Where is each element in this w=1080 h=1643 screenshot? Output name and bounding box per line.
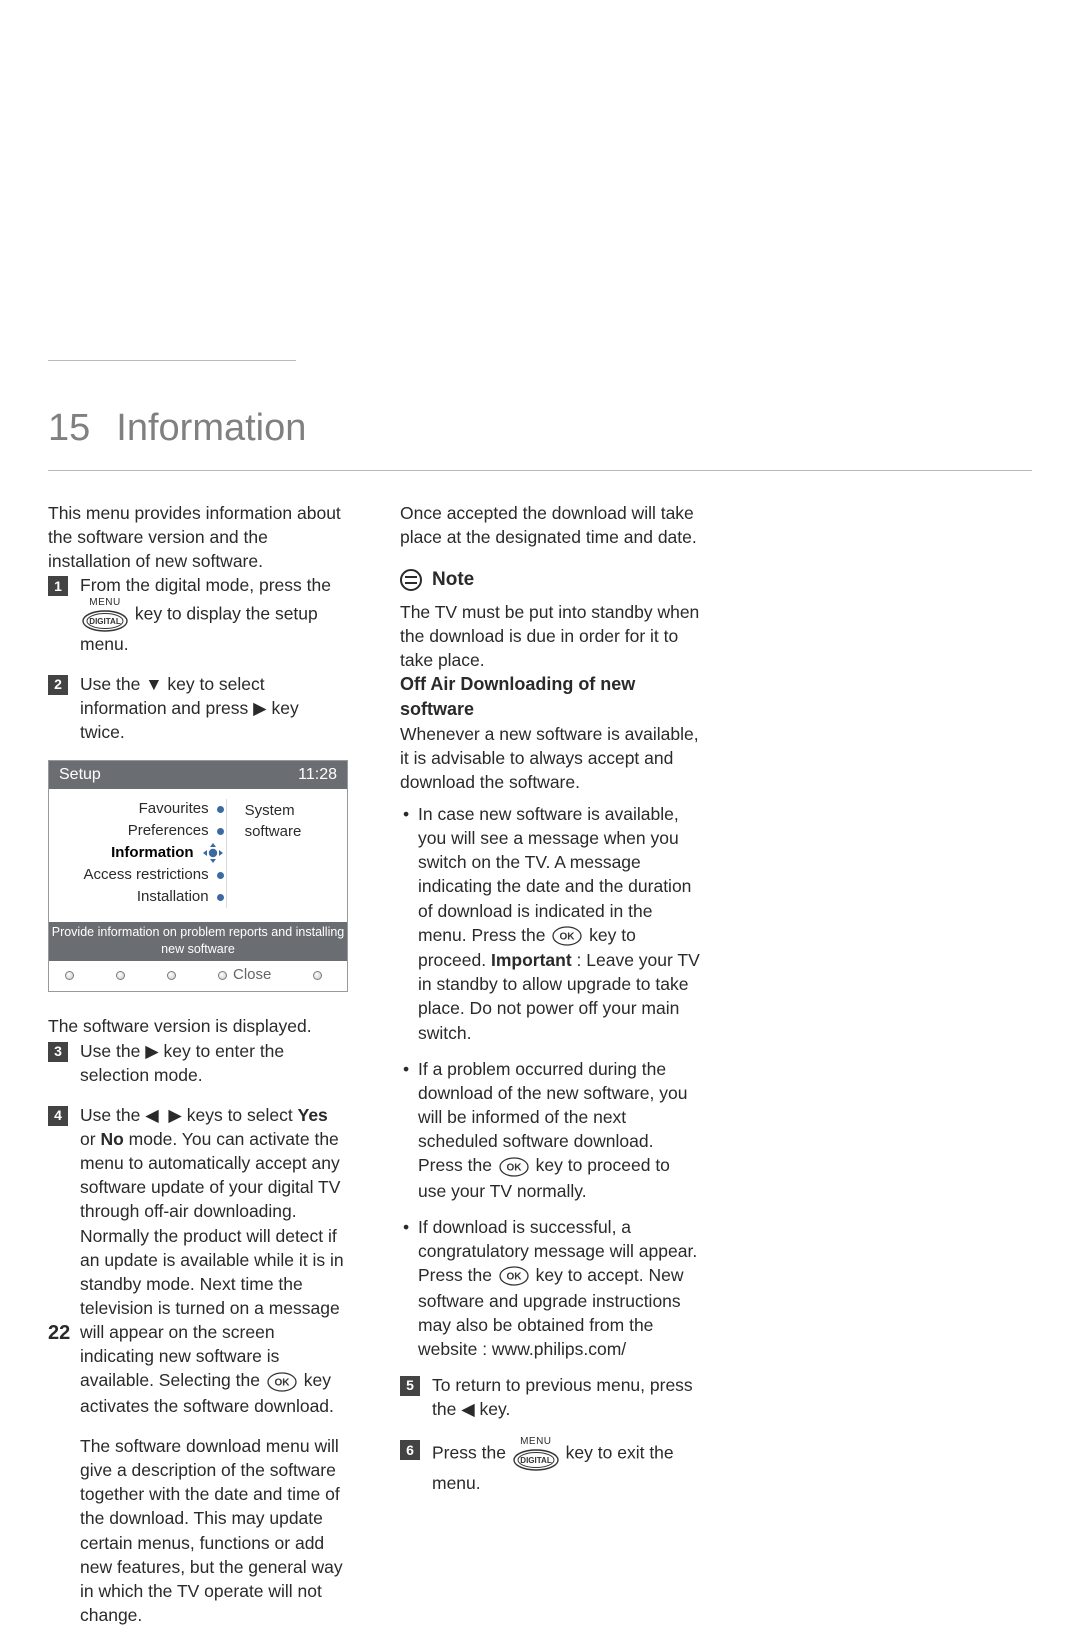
step-3-body: Use the ▶ key to enter the selection mod… — [80, 1039, 348, 1087]
osd-right-pane: System software — [227, 799, 341, 908]
step-6-body: Press the MENU DIGITAL key to exit the m… — [432, 1437, 700, 1495]
step-5-body: To return to previous menu, press the ◀ … — [432, 1373, 700, 1421]
osd-item-information: Information — [111, 843, 194, 864]
footer-dot-icon — [218, 971, 227, 980]
step-2: 2 Use the ▼ key to select information an… — [48, 672, 348, 744]
osd-right-text: System software — [245, 802, 302, 840]
step-4-text-f: The software download menu will give a d… — [80, 1434, 348, 1627]
step-4-text-c: or — [80, 1129, 100, 1149]
offair-paragraph: Whenever a new software is available, it… — [400, 722, 700, 794]
dot-icon — [217, 872, 224, 879]
osd-item-favourites: Favourites — [139, 799, 209, 820]
chapter-heading: 15 Information — [48, 407, 1032, 450]
osd-item-preferences: Preferences — [128, 821, 209, 842]
osd-menu-list: Favourites Preferences Information — [55, 799, 227, 908]
right-p1: Once accepted the download will take pla… — [400, 501, 700, 549]
left-arrow-icon: ◀ — [461, 1399, 474, 1419]
step-4: 4 Use the ◀ ▶ keys to select Yes or No m… — [48, 1103, 348, 1627]
rule-top — [48, 360, 296, 361]
right-arrow-icon: ▶ — [145, 1041, 158, 1061]
bullet-3: If download is successful, a congratulat… — [400, 1215, 700, 1361]
step-4-text-d: mode. You can activate the menu to autom… — [80, 1129, 344, 1390]
intro-paragraph: This menu provides information about the… — [48, 501, 348, 573]
dot-icon — [217, 828, 224, 835]
note-heading: Note — [400, 567, 700, 593]
ok-key-icon: OK — [552, 924, 582, 948]
svg-text:DIGITAL: DIGITAL — [89, 617, 121, 626]
dot-icon — [217, 806, 224, 813]
bullet-list: In case new software is available, you w… — [400, 802, 700, 1361]
after-osd-text: The software version is displayed. — [48, 1014, 348, 1038]
offair-heading: Off Air Downloading of new software — [400, 672, 700, 722]
osd-close: Close — [218, 965, 271, 986]
step-2-body: Use the ▼ key to select information and … — [80, 672, 348, 744]
osd-header: Setup 11:28 — [49, 761, 347, 789]
down-arrow-icon: ▼ — [145, 674, 162, 694]
svg-text:OK: OK — [560, 932, 576, 943]
right-arrow-icon: ▶ — [168, 1105, 181, 1125]
left-arrow-icon: ◀ — [145, 1105, 158, 1125]
step-5-text-b: key. — [475, 1399, 511, 1419]
dot-icon — [217, 894, 224, 901]
step-4-number: 4 — [48, 1106, 68, 1126]
right-arrow-icon: ▶ — [253, 698, 266, 718]
footer-dot-icon — [167, 971, 176, 980]
rule-under — [48, 470, 1032, 471]
step-1: 1 From the digital mode, press the MENU … — [48, 573, 348, 655]
step-2-text-a: Use the — [80, 674, 145, 694]
svg-text:OK: OK — [506, 1162, 522, 1173]
step-1-body: From the digital mode, press the MENU DI… — [80, 573, 348, 655]
page-number: 22 — [48, 1322, 70, 1345]
digital-menu-key-icon: MENU DIGITAL — [82, 598, 128, 632]
svg-text:OK: OK — [274, 1377, 290, 1388]
bullet-1: In case new software is available, you w… — [400, 802, 700, 1045]
osd-hint: Provide information on problem reports a… — [49, 922, 347, 961]
bullet-2: If a problem occurred during the downloa… — [400, 1057, 700, 1203]
osd-screenshot: Setup 11:28 Favourites Preferences Infor… — [48, 760, 348, 992]
step-1-text-a: From the digital mode, press the — [80, 575, 331, 595]
osd-close-label: Close — [233, 965, 271, 986]
bullet-1-important: Important — [491, 950, 572, 970]
footer-dot-icon — [313, 971, 322, 980]
ok-key-icon: OK — [499, 1155, 529, 1179]
ok-key-icon: OK — [499, 1264, 529, 1288]
svg-text:OK: OK — [506, 1272, 522, 1283]
column-right: Once accepted the download will take pla… — [400, 501, 700, 1643]
step-4-text-a: Use the — [80, 1105, 145, 1125]
step-4-yes: Yes — [298, 1105, 328, 1125]
chapter-title: Information — [116, 407, 306, 450]
osd-time: 11:28 — [298, 764, 337, 786]
step-1-number: 1 — [48, 576, 68, 596]
step-6-text-a: Press the — [432, 1443, 511, 1463]
footer-dot-icon — [116, 971, 125, 980]
step-4-body: Use the ◀ ▶ keys to select Yes or No mod… — [80, 1103, 348, 1627]
note-body: The TV must be put into standby when the… — [400, 600, 700, 672]
chapter-number: 15 — [48, 407, 90, 450]
column-left: This menu provides information about the… — [48, 501, 348, 1643]
note-heading-text: Note — [432, 567, 474, 593]
dpad-icon — [202, 843, 224, 865]
step-5: 5 To return to previous menu, press the … — [400, 1373, 700, 1421]
step-2-number: 2 — [48, 675, 68, 695]
digital-menu-key-icon: MENU DIGITAL — [513, 1437, 559, 1471]
osd-item-installation: Installation — [137, 887, 209, 908]
osd-footer: Close — [49, 961, 347, 992]
footer-dot-icon — [65, 971, 74, 980]
step-3: 3 Use the ▶ key to enter the selection m… — [48, 1039, 348, 1087]
step-6-number: 6 — [400, 1440, 420, 1460]
ok-key-icon: OK — [267, 1370, 297, 1394]
step-5-number: 5 — [400, 1376, 420, 1396]
step-3-text-a: Use the — [80, 1041, 145, 1061]
osd-item-access: Access restrictions — [84, 865, 209, 886]
step-6: 6 Press the MENU DIGITAL key to exit the… — [400, 1437, 700, 1495]
step-4-text-b: keys to select — [182, 1105, 298, 1125]
note-icon — [400, 569, 422, 591]
osd-title: Setup — [59, 764, 101, 786]
menu-label: MENU — [89, 598, 120, 608]
menu-label: MENU — [520, 1437, 551, 1447]
osd-body: Favourites Preferences Information — [49, 789, 347, 922]
svg-text:DIGITAL: DIGITAL — [520, 1456, 552, 1465]
step-4-no: No — [100, 1129, 123, 1149]
step-3-number: 3 — [48, 1042, 68, 1062]
